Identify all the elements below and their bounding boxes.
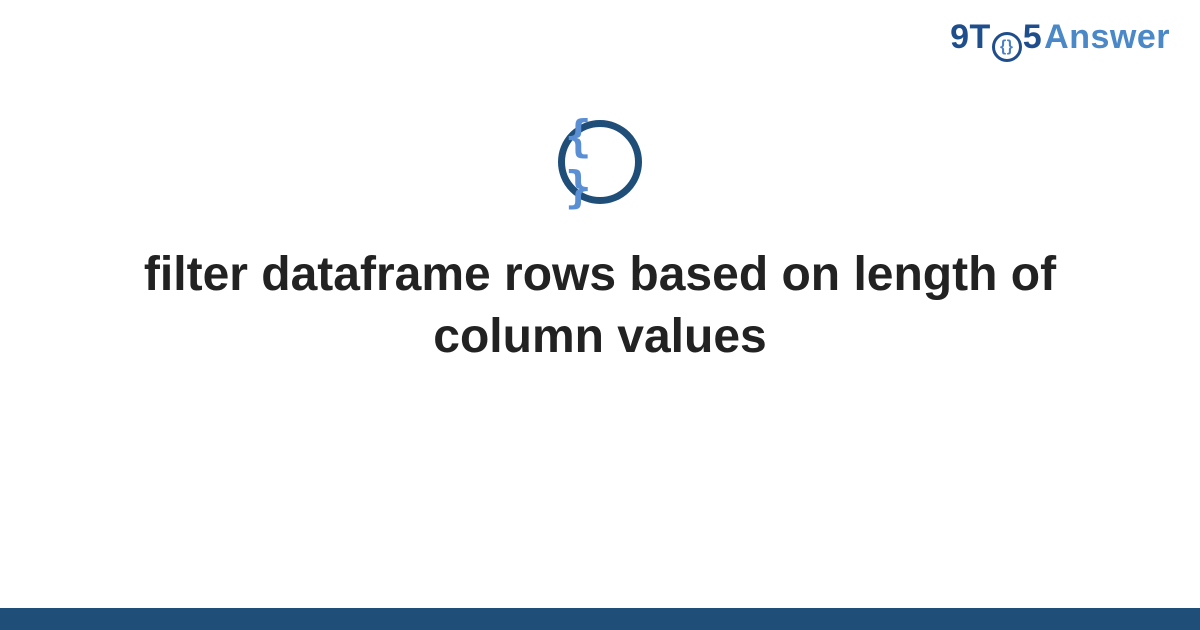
page-title: filter dataframe rows based on length of… bbox=[100, 244, 1100, 369]
main-content: { } filter dataframe rows based on lengt… bbox=[0, 120, 1200, 369]
logo-text-9t: 9T bbox=[950, 18, 991, 57]
logo-text-answer: Answer bbox=[1044, 18, 1170, 57]
logo-o-icon: {} bbox=[992, 32, 1022, 62]
logo-text-5: 5 bbox=[1023, 18, 1042, 57]
code-braces-icon: { } bbox=[558, 120, 642, 204]
site-logo: 9T {} 5 Answer bbox=[950, 18, 1170, 59]
footer-bar bbox=[0, 608, 1200, 630]
